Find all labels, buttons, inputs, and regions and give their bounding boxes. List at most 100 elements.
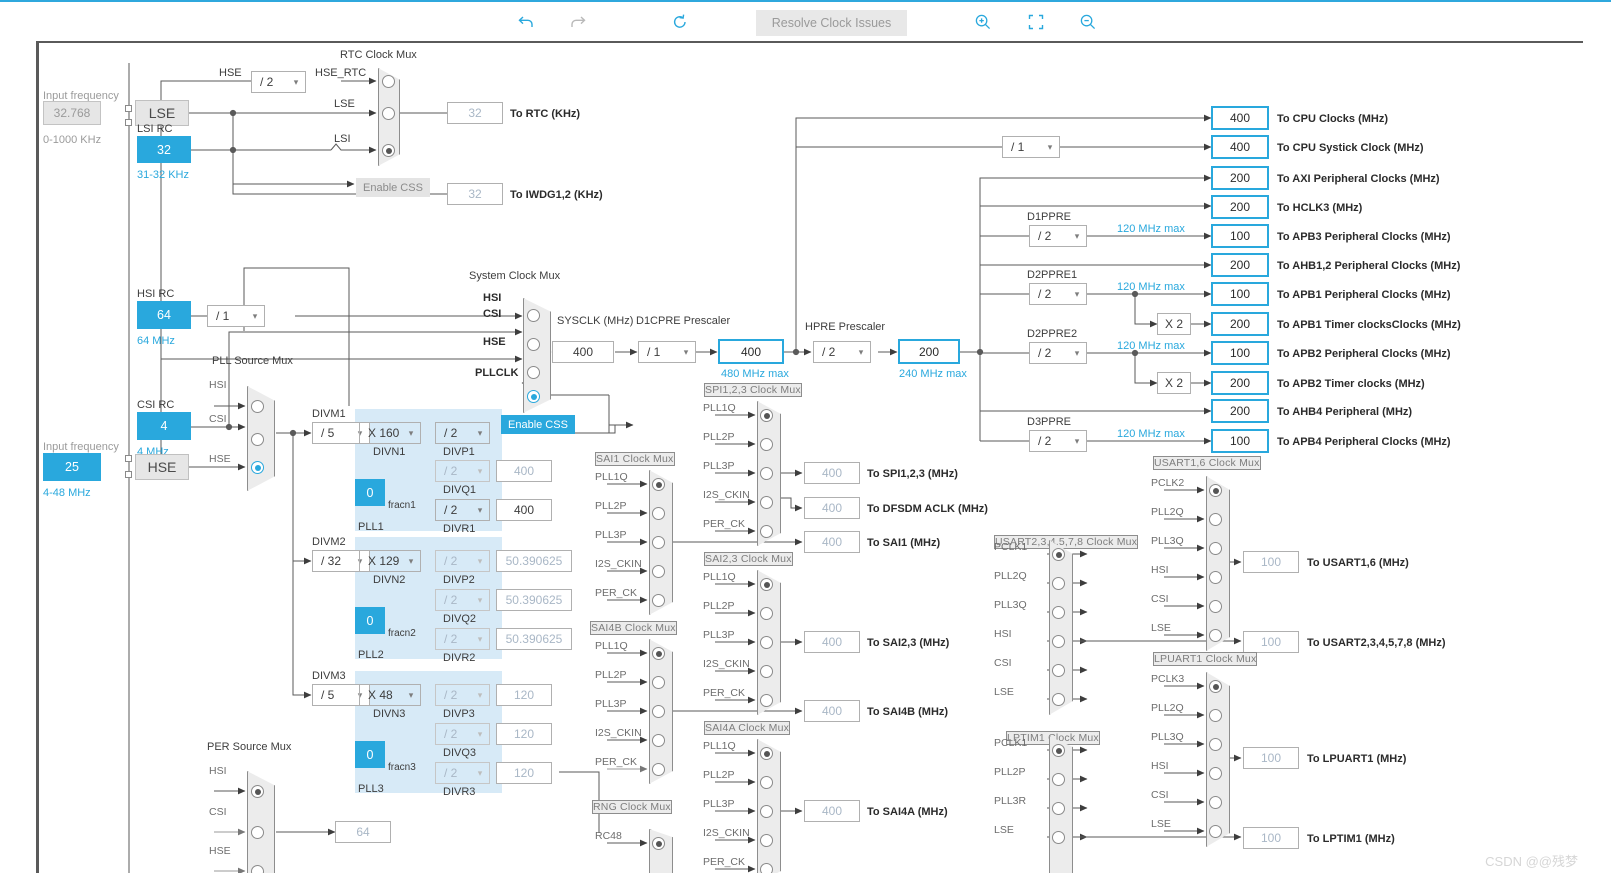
pll1-divn-select[interactable]: X 160 ▾	[359, 422, 421, 444]
usart16-clock-mux[interactable]	[1206, 476, 1230, 651]
usart2345678-option-pll3q[interactable]	[1052, 606, 1065, 619]
out-lpuart1-field[interactable]: 100	[1243, 747, 1299, 769]
csi-value-field[interactable]: 4	[137, 412, 191, 440]
rtc-mux-option-hse-rtc[interactable]	[382, 75, 395, 88]
out-cpu-clocks-field[interactable]: 400	[1211, 106, 1269, 130]
spi123-option-per-ck[interactable]	[760, 525, 773, 538]
lpuart1-clock-mux[interactable]	[1206, 672, 1230, 847]
sai1-option-i2s-ckin[interactable]	[652, 565, 665, 578]
out-dfsdm-field[interactable]: 400	[804, 497, 860, 519]
pll3-divp-select[interactable]: / 2 ▾	[435, 684, 490, 706]
usart16-option-lse[interactable]	[1209, 629, 1222, 642]
usart2345678-clock-mux[interactable]	[1049, 540, 1073, 715]
hpre-output-field[interactable]: 200	[898, 339, 960, 364]
out-apb3-field[interactable]: 100	[1211, 224, 1269, 248]
lptim1-option-pll2p[interactable]	[1052, 773, 1065, 786]
out-lptim1-field[interactable]: 100	[1243, 827, 1299, 849]
pll3-divq-select[interactable]: / 2 ▾	[435, 723, 490, 745]
hpre-select[interactable]: / 2 ▾	[813, 341, 871, 363]
sai4b-option-per-ck[interactable]	[652, 763, 665, 776]
out-axi-field[interactable]: 200	[1211, 166, 1269, 190]
usart2345678-option-hsi[interactable]	[1052, 635, 1065, 648]
systick-prescaler-select[interactable]: / 1 ▾	[1002, 136, 1060, 158]
iwdg-output-field[interactable]: 32	[447, 183, 503, 205]
d1ppre-select[interactable]: / 2 ▾	[1029, 225, 1087, 247]
usart2345678-option-csi[interactable]	[1052, 664, 1065, 677]
out-hclk3-field[interactable]: 200	[1211, 195, 1269, 219]
out-sai23-field[interactable]: 400	[804, 631, 860, 653]
out-apb1-timer-field[interactable]: 200	[1211, 312, 1269, 336]
sai4b-option-pll1q[interactable]	[652, 647, 665, 660]
sai4a-option-pll2p[interactable]	[760, 776, 773, 789]
usart16-option-csi[interactable]	[1209, 600, 1222, 613]
out-sai1-field[interactable]: 400	[804, 531, 860, 553]
pll2-divp-select[interactable]: / 2 ▾	[435, 550, 490, 572]
pll3-divp-output[interactable]: 120	[496, 684, 552, 706]
rtc-enable-css-button[interactable]: Enable CSS	[356, 178, 430, 197]
sai23-option-i2s-ckin[interactable]	[760, 665, 773, 678]
redo-icon[interactable]	[563, 7, 593, 37]
clock-configuration-canvas[interactable]: Input frequency 32.768 0-1000 KHz LSE LS…	[36, 41, 1583, 873]
sai4b-option-i2s-ckin[interactable]	[652, 734, 665, 747]
usart16-option-pll3q[interactable]	[1209, 542, 1222, 555]
sysclk-field[interactable]: 400	[552, 341, 614, 363]
rng-clock-mux[interactable]	[649, 829, 673, 873]
sai23-option-per-ck[interactable]	[760, 694, 773, 707]
sai4b-option-pll2p[interactable]	[652, 676, 665, 689]
d1cpre-select[interactable]: / 1 ▾	[638, 341, 696, 363]
d1cpre-output-field[interactable]: 400	[718, 339, 784, 364]
sai23-option-pll3p[interactable]	[760, 636, 773, 649]
out-ahb12-field[interactable]: 200	[1211, 253, 1269, 277]
spi123-option-pll3p[interactable]	[760, 467, 773, 480]
out-usart2345678-field[interactable]: 100	[1243, 631, 1299, 653]
hse-osc-button[interactable]: HSE	[135, 454, 189, 480]
spi123-option-pll1q[interactable]	[760, 409, 773, 422]
lpuart1-option-pll2q[interactable]	[1209, 709, 1222, 722]
out-apb4-field[interactable]: 100	[1211, 429, 1269, 453]
pll1-divp-select[interactable]: / 2 ▾	[435, 422, 490, 444]
undo-icon[interactable]	[511, 7, 541, 37]
pll3-divr-select[interactable]: / 2 ▾	[435, 762, 490, 784]
pll2-divr-select[interactable]: / 2 ▾	[435, 628, 490, 650]
zoom-in-icon[interactable]	[968, 7, 998, 37]
pll1-divq-select[interactable]: / 2 ▾	[435, 460, 490, 482]
pll3-fracn-field[interactable]: 0	[355, 741, 385, 768]
out-sai4b-field[interactable]: 400	[804, 700, 860, 722]
lpuart1-option-pll3q[interactable]	[1209, 738, 1222, 751]
pll3-divq-output[interactable]: 120	[496, 723, 552, 745]
pll1-divr-output[interactable]: 400	[496, 499, 552, 521]
per-source-mux-option-hsi[interactable]	[251, 785, 264, 798]
hse-rtc-divider-select[interactable]: / 2 ▾	[251, 71, 306, 93]
rtc-mux-option-lsi[interactable]	[382, 144, 395, 157]
system-clock-mux-option-pllclk[interactable]	[527, 390, 540, 403]
hsi-divider-select[interactable]: / 1 ▾	[207, 305, 265, 327]
system-clock-mux-option-hse[interactable]	[527, 366, 540, 379]
sai23-option-pll2p[interactable]	[760, 607, 773, 620]
out-ahb4-field[interactable]: 200	[1211, 399, 1269, 423]
usart2345678-option-lse[interactable]	[1052, 693, 1065, 706]
d2ppre2-select[interactable]: / 2 ▾	[1029, 342, 1087, 364]
pll1-fracn-field[interactable]: 0	[355, 479, 385, 506]
sai1-option-pll3p[interactable]	[652, 536, 665, 549]
hse-input-frequency-field[interactable]: 25	[43, 453, 101, 481]
spi123-option-pll2p[interactable]	[760, 438, 773, 451]
system-clock-mux-option-csi[interactable]	[527, 338, 540, 351]
lpuart1-option-pclk3[interactable]	[1209, 680, 1222, 693]
pll2-divq-select[interactable]: / 2 ▾	[435, 589, 490, 611]
out-spi123-field[interactable]: 400	[804, 462, 860, 484]
per-source-mux-option-hse[interactable]	[251, 865, 264, 873]
per-source-mux-option-csi[interactable]	[251, 826, 264, 839]
pll3-divr-output[interactable]: 120	[496, 762, 552, 784]
pll-source-mux-option-hse[interactable]	[251, 461, 264, 474]
lptim1-option-pclk1[interactable]	[1052, 744, 1065, 757]
rng-option-rc48[interactable]	[652, 837, 665, 850]
system-clock-mux-option-hsi[interactable]	[527, 309, 540, 322]
pll2-divr-output[interactable]: 50.390625	[496, 628, 572, 650]
lpuart1-option-csi[interactable]	[1209, 796, 1222, 809]
sai4a-option-pll3p[interactable]	[760, 805, 773, 818]
lpuart1-option-lse[interactable]	[1209, 825, 1222, 838]
sai23-option-pll1q[interactable]	[760, 578, 773, 591]
sai4a-option-per-ck[interactable]	[760, 863, 773, 873]
lptim1-option-lse[interactable]	[1052, 831, 1065, 844]
pll2-fracn-field[interactable]: 0	[355, 607, 385, 634]
